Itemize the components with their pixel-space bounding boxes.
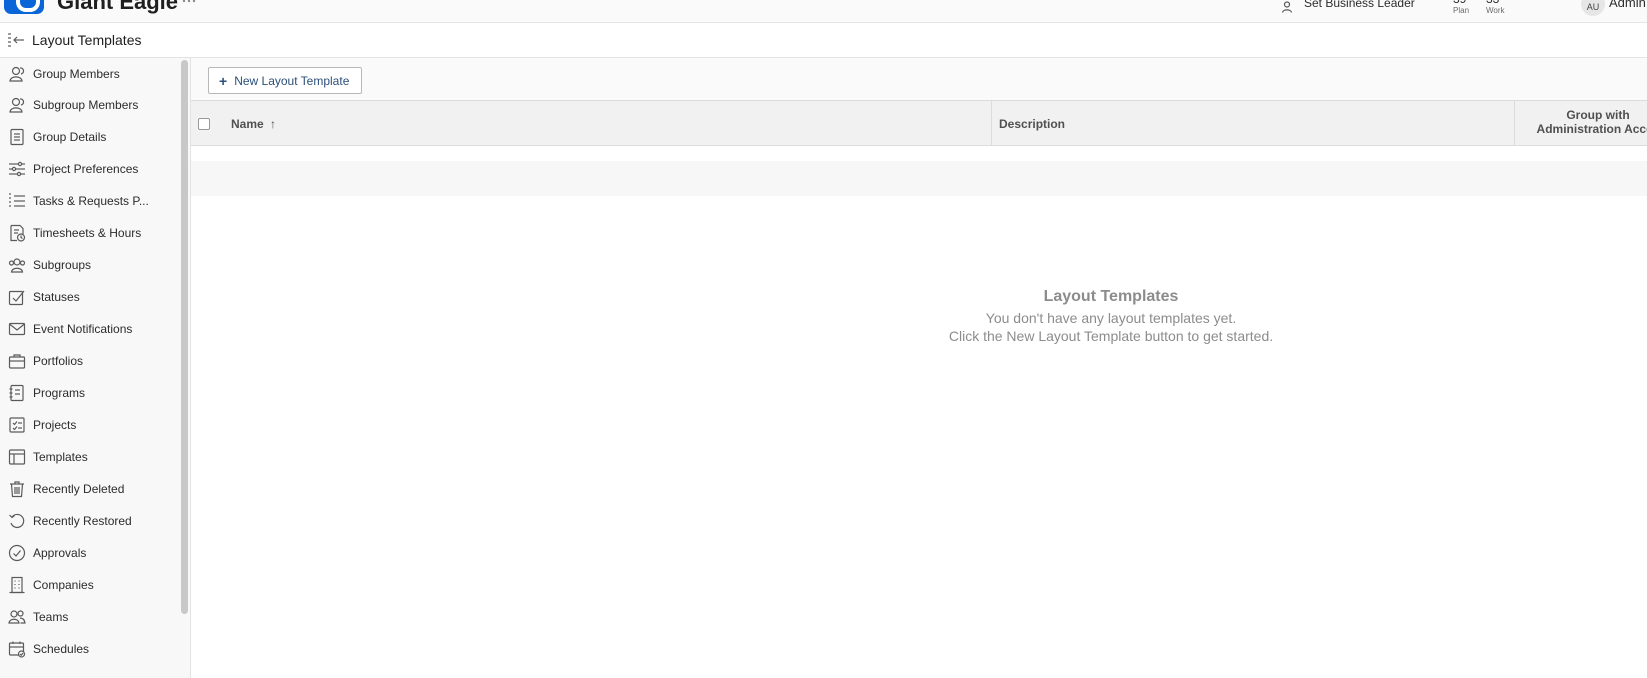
sidebar-item-event-notifications[interactable]: Event Notifications [0,313,180,345]
calendar-icon [8,641,26,658]
app-logo-icon[interactable] [4,0,44,14]
sidebar-item-teams[interactable]: Teams [0,601,180,633]
sort-ascending-icon: ↑ [270,117,277,131]
empty-state-title: Layout Templates [1043,288,1179,305]
sidebar-item-portfolios[interactable]: Portfolios [0,345,180,377]
sidebar-item-subgroup-members[interactable]: Subgroup Members [0,89,180,121]
column-header-description[interactable]: Description [999,117,1065,131]
collapse-sidebar-icon[interactable] [7,32,25,48]
restore-icon [9,513,25,529]
toolbar: + New Layout Template [191,58,1647,101]
sidebar-item-recently-deleted[interactable]: Recently Deleted [0,473,180,505]
program-icon [9,384,24,402]
select-all-checkbox[interactable] [198,118,210,130]
apps-grid-icon[interactable] [182,0,196,6]
empty-state-message: You don't have any layout templates yet. [985,310,1237,326]
briefcase-icon [8,354,26,369]
sidebar-item-programs[interactable]: Programs [0,377,180,409]
sidebar-item-templates[interactable]: Templates [0,441,180,473]
empty-state-hint: Click the New Layout Template button to … [948,328,1274,344]
mail-icon [8,322,26,336]
sidebar-item-timesheets-hours[interactable]: Timesheets & Hours [0,217,180,249]
sidebar-item-group-details[interactable]: Group Details [0,121,180,153]
timesheet-icon [10,224,26,242]
work-metric[interactable]: 33 Work [1486,0,1505,15]
sidebar-item-project-preferences[interactable]: Project Preferences [0,153,180,185]
sidebar-item-approvals[interactable]: Approvals [0,537,180,569]
sidebar-item-companies[interactable]: Companies [0,569,180,601]
avatar[interactable]: AU [1581,0,1605,16]
sidebar-item-tasks-requests[interactable]: Tasks & Requests P... [0,185,180,217]
page-title: Layout Templates [32,32,142,48]
org-name: Giant Eagle [57,0,179,14]
sidebar-item-recently-restored[interactable]: Recently Restored [0,505,180,537]
empty-state: Layout Templates You don't have any layo… [781,288,1441,345]
page-header: Layout Templates [0,23,1647,58]
column-resize-handle[interactable] [991,101,992,146]
sidebar-item-projects[interactable]: Projects [0,409,180,441]
document-icon [10,128,24,146]
users-icon [9,97,25,113]
table-header: Name ↑ Description Group with Administra… [191,101,1647,146]
team-icon [8,610,26,624]
sidebar-scrollbar[interactable] [181,60,188,614]
table-empty-row [191,161,1647,196]
plan-metric[interactable]: 39 Plan [1453,0,1469,15]
top-bar: Giant Eagle Set Business Leader 39 Plan … [0,0,1647,23]
checkbox-icon [8,290,25,306]
new-layout-template-button[interactable]: + New Layout Template [208,67,363,94]
set-business-leader-link[interactable]: Set Business Leader [1304,0,1415,10]
main-content: + New Layout Template Name ↑ Description… [191,58,1647,678]
new-layout-template-label: New Layout Template [234,73,350,88]
sidebar-item-statuses[interactable]: Statuses [0,281,180,313]
sidebar-item-schedules[interactable]: Schedules [0,633,180,665]
sidebar: Group Members Subgroup Members Group Det… [0,58,191,678]
person-icon [1281,1,1293,13]
column-header-name[interactable]: Name ↑ [231,117,276,131]
building-icon [9,576,25,594]
sidebar-item-group-members[interactable]: Group Members [0,58,180,90]
column-resize-handle[interactable] [1514,101,1515,146]
trash-icon [10,481,24,498]
column-header-group-admin-access[interactable]: Group with Administration Acces [1528,108,1647,136]
plus-icon: + [219,72,228,89]
sliders-icon [9,161,25,177]
list-icon [9,193,25,207]
template-icon [8,449,26,465]
sidebar-item-subgroups[interactable]: Subgroups [0,249,180,281]
users-icon [9,66,25,82]
user-name[interactable]: Admin [1609,0,1646,10]
approval-icon [8,544,26,562]
group-icon [8,258,26,273]
project-icon [9,417,25,433]
